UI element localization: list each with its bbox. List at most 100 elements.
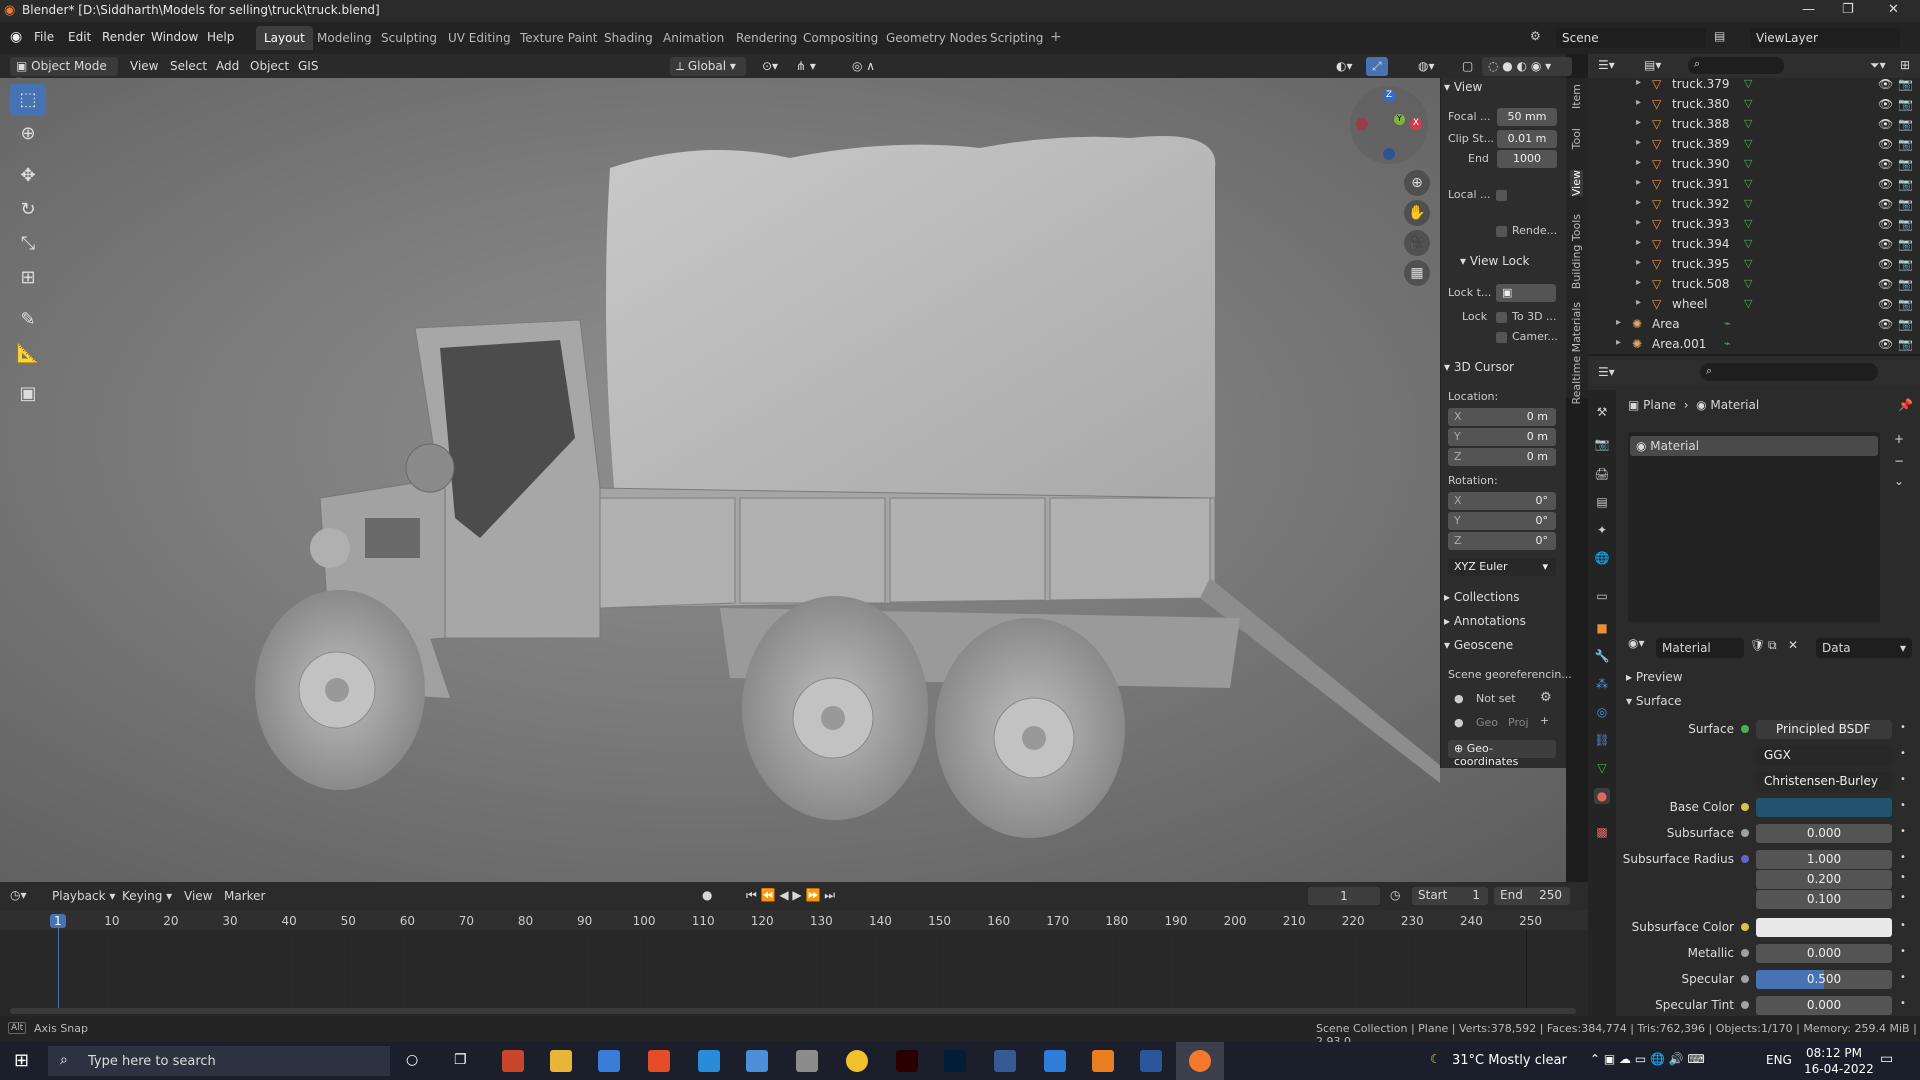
expand-arrow-icon[interactable]: ▸ (1636, 217, 1641, 228)
camera-render-icon[interactable]: 📷 (1898, 97, 1913, 111)
outliner-row[interactable]: ▸ ▽ wheel ▽ 👁 📷 (1588, 294, 1920, 314)
y-axis-icon[interactable]: Y (1394, 114, 1405, 125)
menu-file[interactable]: File (34, 30, 54, 44)
tab-shading[interactable]: Shading (596, 26, 661, 50)
tab-tool[interactable]: Tool (1570, 128, 1583, 149)
socket-dot-icon[interactable] (1741, 923, 1749, 931)
link-dropdown[interactable]: Data ▾ (1816, 638, 1912, 658)
grid-ortho-icon[interactable]: ▦ (1404, 260, 1430, 286)
material-browse-icon[interactable]: ◉▾ (1628, 636, 1645, 650)
animate-property-icon[interactable]: • (1900, 872, 1906, 883)
remove-slot-icon[interactable]: − (1894, 454, 1904, 468)
display-mode-icon[interactable]: ▤▾ (1644, 58, 1661, 72)
socket-dot-icon[interactable] (1741, 1001, 1749, 1009)
expand-arrow-icon[interactable]: ▸ (1636, 117, 1641, 128)
geo-coordinates-button[interactable]: ⊕ Geo-coordinates (1448, 740, 1556, 768)
expand-arrow-icon[interactable]: ▸ (1636, 177, 1641, 188)
outliner-row[interactable]: ▸ ✺ Area ⌁ 👁 📷 (1588, 314, 1920, 334)
menu-add[interactable]: Add (210, 57, 245, 76)
proportional-edit-icon[interactable]: ◎ ∧ (846, 57, 881, 76)
local-camera-checkbox[interactable] (1496, 190, 1507, 201)
outliner-row[interactable]: ▸ ▽ truck.391 ▽ 👁 📷 (1588, 174, 1920, 194)
eye-icon[interactable]: 👁 (1878, 137, 1893, 151)
eye-icon[interactable]: 👁 (1878, 117, 1893, 131)
modifier-tab-icon[interactable]: 🔧 (1594, 648, 1610, 664)
render-region-checkbox[interactable] (1496, 226, 1507, 237)
xray-icon[interactable]: ▢ (1456, 57, 1479, 76)
socket-dot-icon[interactable] (1741, 949, 1749, 957)
tab-rendering[interactable]: Rendering (728, 26, 805, 50)
tab-texture-paint[interactable]: Texture Paint (512, 26, 605, 50)
neg-x-axis-icon[interactable] (1356, 118, 1368, 130)
material-tab-icon[interactable]: ● (1594, 788, 1610, 804)
cursor-tool[interactable]: ⊕ (10, 118, 46, 150)
georef-settings-icon[interactable]: ⚙ (1540, 690, 1552, 705)
select-box-tool[interactable]: ⬚ (10, 84, 46, 116)
clip-start-field[interactable]: 0.01 m (1497, 130, 1557, 148)
expand-arrow-icon[interactable]: ▸ (1636, 77, 1641, 88)
filter-icon[interactable]: ⏷▾ (1870, 58, 1886, 73)
fake-user-shield-icon[interactable]: 🛡 (1750, 638, 1765, 652)
expand-arrow-icon[interactable]: ▸ (1616, 317, 1621, 328)
clock-date[interactable]: 16-04-2022 (1804, 1062, 1874, 1076)
eye-icon[interactable]: 👁 (1878, 317, 1893, 331)
playhead-line[interactable] (58, 928, 59, 1012)
render-tab-icon[interactable]: 📷 (1594, 436, 1610, 452)
property-field[interactable] (1756, 798, 1892, 817)
outliner-row[interactable]: ▸ ▽ truck.508 ▽ 👁 📷 (1588, 274, 1920, 294)
illustrator-icon[interactable] (896, 1050, 918, 1072)
camera-render-icon[interactable]: 📷 (1898, 297, 1913, 311)
property-field[interactable]: GGX (1756, 746, 1892, 765)
tab-view[interactable]: View (1570, 170, 1583, 197)
pivot-icon[interactable]: ⊙▾ (756, 57, 784, 76)
photoshop-icon[interactable] (944, 1050, 966, 1072)
record-icon[interactable]: ● (702, 888, 712, 902)
eye-icon[interactable]: 👁 (1878, 297, 1893, 311)
clip-end-field[interactable]: 1000 (1497, 150, 1557, 168)
property-field[interactable]: 0.500 (1756, 970, 1892, 989)
preview-section-header[interactable]: ▸ Preview (1626, 670, 1683, 684)
lock-to-object-field[interactable]: ▣ (1496, 284, 1556, 302)
socket-dot-icon[interactable] (1741, 855, 1749, 863)
store-icon[interactable] (598, 1050, 620, 1072)
add-slot-icon[interactable]: + (1894, 432, 1904, 446)
eye-icon[interactable]: 👁 (1878, 197, 1893, 211)
camera-render-icon[interactable]: 📷 (1898, 317, 1913, 331)
move-tool[interactable]: ✥ (10, 160, 46, 192)
shading-modes[interactable]: ◌ ● ◐ ◉ ▾ (1482, 57, 1572, 76)
tool-tab-icon[interactable]: ⚒ (1594, 404, 1610, 420)
x-axis-icon[interactable]: X (1410, 118, 1422, 130)
taskbar-search[interactable]: ⌕ Type here to search (48, 1046, 390, 1076)
animate-property-icon[interactable]: • (1900, 826, 1906, 837)
zoom-icon[interactable]: ⊕ (1404, 170, 1430, 196)
rotate-tool[interactable]: ↻ (10, 194, 46, 226)
object-mode-dropdown[interactable]: ▣ Object Mode ▾ (10, 57, 118, 87)
tab-uv-editing[interactable]: UV Editing (440, 26, 519, 50)
tab-item[interactable]: Item (1570, 84, 1583, 109)
menu-render[interactable]: Render (102, 30, 145, 44)
object-tab-icon[interactable]: ■ (1594, 620, 1610, 636)
camera-render-icon[interactable]: 📷 (1898, 137, 1913, 151)
playback-controls[interactable]: ⏮ ⏪ ◀ ▶ ⏩ ⏭ (746, 888, 835, 903)
app-3-icon[interactable] (994, 1050, 1016, 1072)
menu-timeline-view[interactable]: View (184, 889, 212, 903)
texture-tab-icon[interactable]: ▩ (1594, 824, 1610, 840)
camera-render-icon[interactable]: 📷 (1898, 177, 1913, 191)
property-field[interactable]: 0.100 (1756, 890, 1892, 909)
outliner-row[interactable]: ▸ ▽ truck.395 ▽ 👁 📷 (1588, 254, 1920, 274)
weather-icon[interactable]: ☾ (1430, 1052, 1441, 1066)
animate-property-icon[interactable]: • (1900, 946, 1906, 957)
animate-property-icon[interactable]: • (1900, 722, 1906, 733)
expand-arrow-icon[interactable]: ▸ (1636, 277, 1641, 288)
app-icon[interactable] (746, 1050, 768, 1072)
camera-render-icon[interactable]: 📷 (1898, 277, 1913, 291)
material-slot-item[interactable]: ◉ Material (1630, 436, 1878, 456)
eye-icon[interactable]: 👁 (1878, 77, 1893, 91)
properties-search-input[interactable]: ⌕ (1700, 363, 1878, 381)
3d-cursor-header[interactable]: ▾ 3D Cursor (1444, 360, 1514, 374)
animate-property-icon[interactable]: • (1900, 920, 1906, 931)
menu-view[interactable]: View (124, 57, 164, 76)
camera-view-icon[interactable]: 🎥 (1404, 230, 1430, 256)
expand-arrow-icon[interactable]: ▸ (1616, 337, 1621, 348)
animate-property-icon[interactable]: • (1900, 972, 1906, 983)
